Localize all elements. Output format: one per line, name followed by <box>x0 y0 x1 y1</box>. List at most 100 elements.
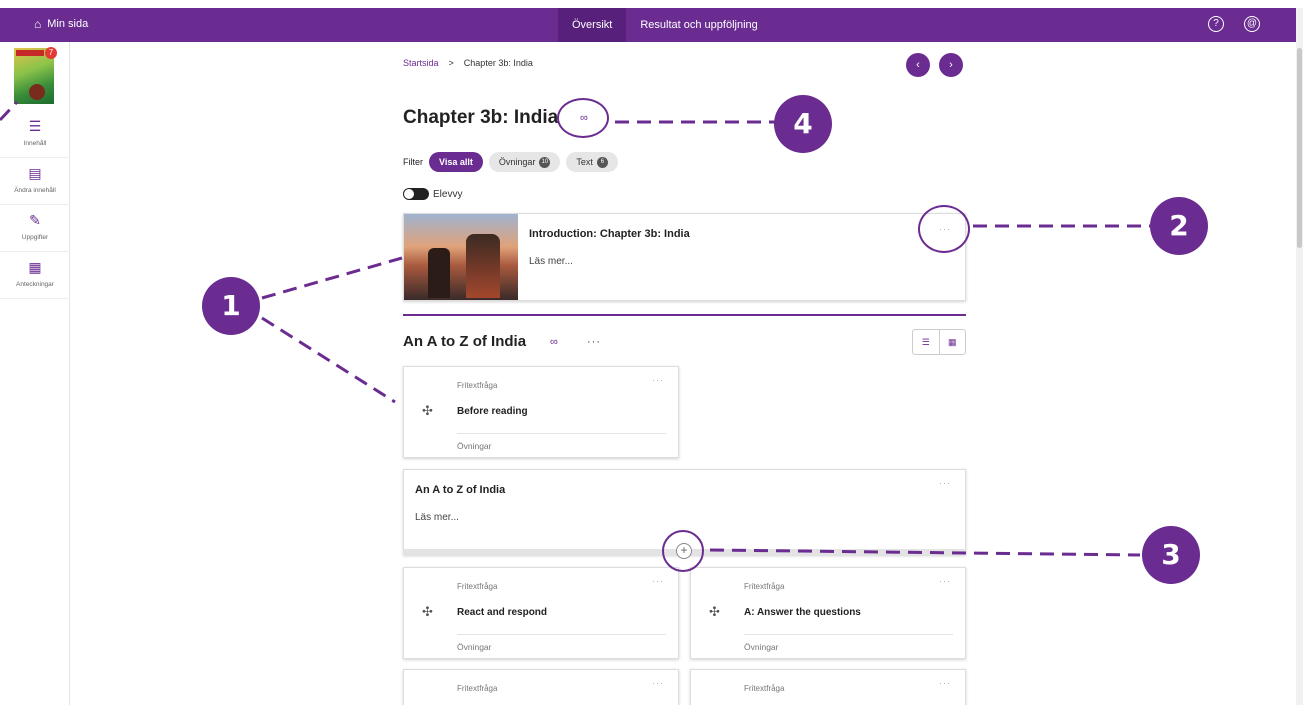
exercise-divider <box>457 433 666 434</box>
grid-view-icon[interactable]: ▦ <box>938 330 966 354</box>
text-card-title: An A to Z of India <box>415 484 506 496</box>
scrollbar-thumb[interactable] <box>1297 48 1302 248</box>
section-more-icon[interactable]: ··· <box>587 336 601 348</box>
intro-image-figure <box>466 234 500 298</box>
list-icon: ☰ <box>28 118 42 134</box>
intro-card-more[interactable]: Läs mer... <box>529 256 573 267</box>
top-icons: ? @ <box>1208 16 1260 32</box>
tab-oversikt[interactable]: Översikt <box>558 8 627 42</box>
exercise-type: Fritextfråga <box>457 381 498 390</box>
annotation-badge-4: 4 <box>774 95 832 153</box>
exercise-card[interactable]: Fritextfråga ✣ React and respond Övninga… <box>403 567 679 659</box>
exercise-category: Övningar <box>744 642 779 652</box>
prev-button[interactable]: ‹ <box>906 53 930 77</box>
highlight-ring-add <box>662 530 704 572</box>
app-page: ⌂ Min sida Översikt Resultat och uppfölj… <box>0 0 1303 705</box>
sidebar-item-uppgifter[interactable]: ✎ Uppgifter <box>0 206 70 252</box>
account-icon[interactable]: @ <box>1244 16 1260 32</box>
intro-image-figure <box>428 248 450 298</box>
breadcrumb-current: Chapter 3b: India <box>463 58 533 68</box>
exercise-category: Övningar <box>457 642 492 652</box>
exercise-name: A: Answer the questions <box>744 607 861 618</box>
page-title: Chapter 3b: India <box>403 107 559 128</box>
sidebar-item-label: Ändra innehåll <box>14 187 56 194</box>
sidebar-item-label: Uppgifter <box>21 234 49 241</box>
breadcrumb-home[interactable]: Startsida <box>403 58 439 68</box>
more-icon[interactable]: ··· <box>652 576 664 586</box>
breadcrumb-separator: > <box>448 58 454 68</box>
home-label: Min sida <box>47 18 89 30</box>
annotation-badge-1: 1 <box>202 277 260 335</box>
book-badge: 7 <box>45 47 57 59</box>
notes-icon: ▦ <box>28 259 42 275</box>
sidebar-item-andra-innehall[interactable]: ▤ Ändra innehåll <box>0 159 70 205</box>
more-icon[interactable]: ··· <box>652 678 664 688</box>
intro-card[interactable]: Introduction: Chapter 3b: India Läs mer.… <box>403 213 966 301</box>
sidebar: 7 ☰ Innehåll ▤ Ändra innehåll ✎ Uppgifte… <box>0 42 70 705</box>
highlight-ring-link <box>557 98 609 138</box>
exercise-name: React and respond <box>457 607 548 618</box>
scrollbar[interactable] <box>1296 8 1303 705</box>
copy-link-icon[interactable]: ∞ <box>550 336 558 348</box>
help-icon[interactable]: ? <box>1208 16 1224 32</box>
exercise-category: Övningar <box>457 441 492 451</box>
chip-label: Övningar <box>498 157 536 167</box>
elevvy-label: Elevvy <box>433 188 463 200</box>
puzzle-icon: ✣ <box>709 604 720 619</box>
top-bar: ⌂ Min sida Översikt Resultat och uppfölj… <box>0 8 1296 42</box>
filter-chip-ovningar[interactable]: Övningar 10 <box>488 152 561 172</box>
intro-image <box>404 214 518 300</box>
sidebar-item-innehall[interactable]: ☰ Innehåll <box>0 112 70 158</box>
sidebar-item-anteckningar[interactable]: ▦ Anteckningar <box>0 253 70 299</box>
exercise-divider <box>457 634 666 635</box>
intro-card-title: Introduction: Chapter 3b: India <box>529 228 690 240</box>
sidebar-item-label: Anteckningar <box>16 281 54 288</box>
section-title: An A to Z of India <box>403 333 527 350</box>
next-button[interactable]: › <box>939 53 963 77</box>
filter-bar: Filter Visa allt Övningar 10 Text 6 <box>403 152 618 172</box>
more-icon[interactable]: ··· <box>652 375 664 385</box>
exercise-type: Fritextfråga <box>744 582 785 591</box>
breadcrumb: Startsida > Chapter 3b: India <box>403 58 533 68</box>
edit-content-icon: ▤ <box>28 165 42 181</box>
list-view-icon[interactable]: ☰ <box>913 330 939 354</box>
tasks-icon: ✎ <box>29 212 41 228</box>
home-link[interactable]: ⌂ Min sida <box>34 17 88 31</box>
annotation-badge-3: 3 <box>1142 526 1200 584</box>
exercise-card[interactable]: Fritextfråga ··· <box>403 669 679 705</box>
exercise-type: Fritextfråga <box>744 684 785 693</box>
exercise-divider <box>744 634 953 635</box>
top-nav: Översikt Resultat och uppföljning <box>558 8 772 42</box>
book-cover-stripe <box>16 50 44 56</box>
annotation-badge-2: 2 <box>1150 197 1208 255</box>
highlight-ring-more <box>918 205 970 253</box>
annotation-line <box>261 316 396 404</box>
exercise-card[interactable]: Fritextfråga ··· <box>690 669 966 705</box>
exercise-card[interactable]: Fritextfråga ✣ A: Answer the questions Ö… <box>690 567 966 659</box>
chip-label: Text <box>576 157 593 167</box>
chip-count: 6 <box>596 156 608 168</box>
exercise-type: Fritextfråga <box>457 582 498 591</box>
text-card-more[interactable]: Läs mer... <box>415 512 459 523</box>
more-icon[interactable]: ··· <box>939 576 951 586</box>
puzzle-icon: ✣ <box>422 403 433 418</box>
filter-chip-text[interactable]: Text 6 <box>566 152 618 172</box>
chip-count: 10 <box>539 156 551 168</box>
filter-label: Filter <box>403 157 423 167</box>
elevvy-toggle[interactable] <box>403 188 429 200</box>
exercise-type: Fritextfråga <box>457 684 498 693</box>
chip-label: Visa allt <box>439 157 473 167</box>
exercise-name: Before reading <box>457 406 528 417</box>
filter-chip-visa-allt[interactable]: Visa allt <box>429 152 483 172</box>
book-cover[interactable]: 7 <box>14 47 57 104</box>
home-icon: ⌂ <box>34 17 42 31</box>
toggle-knob <box>404 189 414 199</box>
section-divider <box>403 314 966 316</box>
annotation-line <box>261 256 403 300</box>
tab-resultat[interactable]: Resultat och uppföljning <box>626 8 771 42</box>
exercise-card[interactable]: Fritextfråga ✣ Before reading Övningar ·… <box>403 366 679 458</box>
sidebar-item-label: Innehåll <box>23 140 47 147</box>
more-icon[interactable]: ··· <box>939 678 951 688</box>
book-cover-figure <box>29 84 45 100</box>
more-icon[interactable]: ··· <box>939 478 951 488</box>
